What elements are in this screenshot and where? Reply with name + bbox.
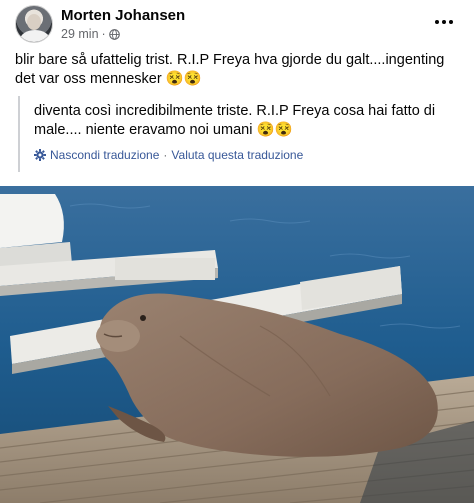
post-header: Morten Johansen 29 min · bbox=[0, 0, 474, 48]
avatar-face bbox=[27, 14, 41, 30]
globe-icon bbox=[108, 29, 120, 40]
link-separator: · bbox=[163, 148, 168, 162]
avatar-body bbox=[20, 30, 50, 42]
translation-block: diventa così incredibilmente triste. R.I… bbox=[18, 96, 458, 172]
translation-links: Nascondi traduzione · Valuta questa trad… bbox=[34, 148, 458, 162]
hide-translation-link[interactable]: Nascondi traduzione bbox=[50, 148, 159, 162]
more-options-icon-dot bbox=[442, 20, 446, 24]
meta-separator: · bbox=[101, 27, 106, 41]
walrus-photo bbox=[0, 186, 474, 503]
avatar[interactable] bbox=[15, 5, 53, 43]
more-options-icon bbox=[435, 20, 439, 24]
post-photo[interactable] bbox=[0, 186, 474, 503]
translation-text: diventa così incredibilmente triste. R.I… bbox=[34, 103, 436, 138]
boat-hull bbox=[0, 194, 64, 248]
post-meta: 29 min · bbox=[61, 27, 120, 41]
post-timestamp[interactable]: 29 min bbox=[61, 27, 99, 41]
rate-translation-link[interactable]: Valuta questa traduzione bbox=[171, 148, 303, 162]
more-options-icon-dot bbox=[449, 20, 453, 24]
more-options-button[interactable] bbox=[430, 10, 458, 34]
author-name[interactable]: Morten Johansen bbox=[61, 7, 185, 24]
gear-icon bbox=[34, 149, 46, 161]
post-text: blir bare så ufattelig trist. R.I.P Frey… bbox=[15, 52, 445, 87]
